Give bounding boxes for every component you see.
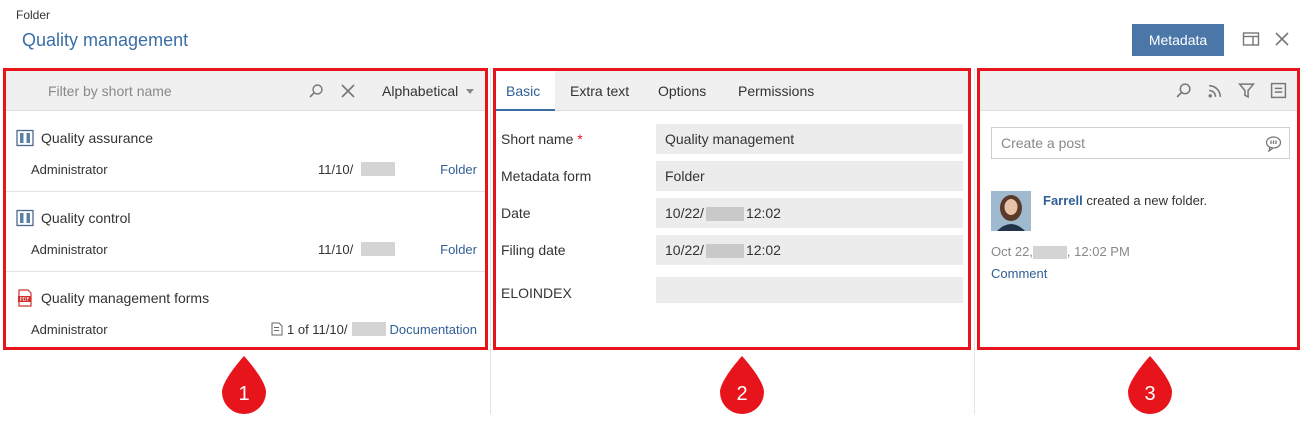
callout-badge-3: 3 (1128, 356, 1172, 414)
svg-text:PDF: PDF (20, 297, 30, 303)
pdf-icon: PDF (16, 289, 34, 307)
item-type[interactable]: Documentation (390, 322, 477, 337)
folder-icon (16, 209, 34, 227)
list-item[interactable]: Quality assurance Administrator 11/10/ F… (6, 112, 485, 192)
metadata-panel: Basic Extra text Options Permissions Sho… (493, 68, 971, 350)
item-title: Quality control (41, 210, 131, 226)
badge-number: 1 (238, 383, 249, 405)
panel-toggle-icon[interactable] (1270, 82, 1287, 99)
search-icon[interactable] (1175, 82, 1192, 99)
item-type[interactable]: Folder (440, 162, 477, 177)
required-marker: * (577, 131, 583, 147)
sort-dropdown[interactable]: Alphabetical (382, 83, 458, 99)
layout-icon[interactable] (1242, 30, 1260, 48)
list-item[interactable]: Quality control Administrator 11/10/ Fol… (6, 192, 485, 272)
metadata-form-label: Metadata form (501, 168, 592, 184)
item-date: 11/10/ (318, 242, 354, 257)
list-item[interactable]: PDF Quality management forms Administrat… (6, 272, 485, 352)
date-label: Date (501, 205, 531, 221)
feed-entry: Farrell created a new folder. (1043, 193, 1208, 208)
filter-input[interactable]: Filter by short name (48, 83, 172, 99)
filter-bar: Filter by short name Alphabetical (6, 71, 485, 111)
tab-permissions[interactable]: Permissions (738, 71, 814, 111)
list-panel: Filter by short name Alphabetical Qualit… (3, 68, 488, 350)
column-divider (974, 68, 975, 414)
filter-icon[interactable] (1238, 82, 1255, 99)
redacted-year (361, 162, 395, 176)
filing-date-label: Filing date (501, 242, 566, 258)
badge-number: 2 (736, 383, 747, 405)
item-owner: Administrator (31, 322, 108, 337)
search-icon[interactable] (308, 83, 324, 99)
metadata-button[interactable]: Metadata (1132, 24, 1224, 56)
filing-date-field[interactable]: 10/22/12:02 (656, 235, 963, 265)
feed-panel: Create a post Farrell created a new fold… (977, 68, 1300, 350)
feed-timestamp: Oct 22,, 12:02 PM (991, 244, 1130, 260)
feed-user-link[interactable]: Farrell (1043, 193, 1083, 208)
object-type-label: Folder (16, 8, 51, 22)
item-owner: Administrator (31, 242, 108, 257)
item-owner: Administrator (31, 162, 108, 177)
tab-extra-text[interactable]: Extra text (570, 71, 629, 111)
create-post-input[interactable]: Create a post (991, 127, 1290, 159)
document-version-icon (271, 322, 283, 336)
short-name-label: Short name * (501, 131, 583, 147)
folder-icon (16, 129, 34, 147)
clear-filter-icon[interactable] (340, 83, 356, 99)
create-post-placeholder: Create a post (1001, 135, 1086, 151)
page-title: Quality management (22, 30, 189, 50)
callout-badge-2: 2 (720, 356, 764, 414)
avatar[interactable] (991, 191, 1031, 231)
eloindex-field[interactable] (656, 277, 963, 303)
eloindex-label: ELOINDEX (501, 285, 572, 301)
tab-options[interactable]: Options (658, 71, 706, 111)
column-divider (490, 68, 491, 414)
tab-basic[interactable]: Basic (496, 71, 555, 111)
item-title: Quality management forms (41, 290, 210, 306)
item-version-date: 1 of 11/10/ (287, 322, 348, 337)
comment-link[interactable]: Comment (991, 266, 1047, 281)
feed-toolbar (980, 71, 1297, 111)
item-title: Quality assurance (41, 130, 154, 146)
item-type[interactable]: Folder (440, 242, 477, 257)
redacted-year (352, 322, 386, 336)
redacted-year (361, 242, 395, 256)
item-date: 11/10/ (318, 162, 354, 177)
short-name-field[interactable]: Quality management (656, 124, 963, 154)
badge-number: 3 (1144, 383, 1155, 405)
close-icon[interactable] (1273, 30, 1291, 48)
callout-badge-1: 1 (222, 356, 266, 414)
rss-icon[interactable] (1207, 82, 1224, 99)
date-field[interactable]: 10/22/12:02 (656, 198, 963, 228)
metadata-form-field[interactable]: Folder (656, 161, 963, 191)
chevron-down-icon[interactable] (466, 89, 474, 94)
speech-bubble-icon[interactable] (1265, 135, 1282, 153)
tab-bar: Basic Extra text Options Permissions (496, 71, 968, 111)
